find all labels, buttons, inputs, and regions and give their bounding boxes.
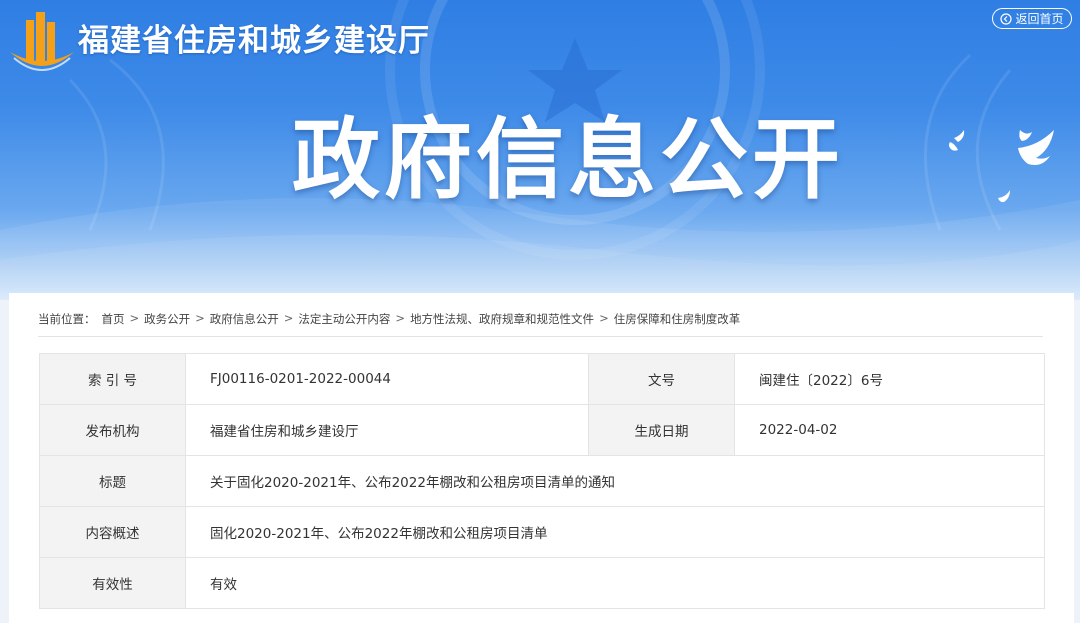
table-row: 发布机构 福建省住房和城乡建设厅 生成日期 2022-04-02 xyxy=(39,404,1045,456)
doc-no-label: 文号 xyxy=(588,353,735,405)
validity-label: 有效性 xyxy=(39,557,186,609)
index-label: 索 引 号 xyxy=(39,353,186,405)
breadcrumb: 当前位置： 首页 > 政务公开 > 政府信息公开 > 法定主动公开内容 > 地方… xyxy=(38,311,1043,337)
table-row: 内容概述 固化2020-2021年、公布2022年棚改和公租房项目清单 xyxy=(39,506,1045,558)
building-logo-icon xyxy=(10,12,74,71)
breadcrumb-item-gov-affairs[interactable]: 政务公开 xyxy=(144,311,190,327)
index-value: FJ00116-0201-2022-00044 xyxy=(185,353,589,405)
breadcrumb-separator: > xyxy=(283,311,294,325)
home-button-label: 返回首页 xyxy=(1015,12,1064,26)
table-row: 索 引 号 FJ00116-0201-2022-00044 文号 闽建住〔202… xyxy=(39,353,1045,405)
breadcrumb-separator: > xyxy=(195,311,205,325)
summary-label: 内容概述 xyxy=(39,506,186,558)
content-panel: 当前位置： 首页 > 政务公开 > 政府信息公开 > 法定主动公开内容 > 地方… xyxy=(9,293,1074,623)
home-icon xyxy=(1000,12,1013,25)
title-value: 关于固化2020-2021年、公布2022年棚改和公租房项目清单的通知 xyxy=(185,455,1045,507)
breadcrumb-item-housing-reform[interactable]: 住房保障和住房制度改革 xyxy=(614,311,741,327)
publisher-value: 福建省住房和城乡建设厅 xyxy=(185,404,589,456)
breadcrumb-item-home[interactable]: 首页 xyxy=(102,311,125,327)
summary-value: 固化2020-2021年、公布2022年棚改和公租房项目清单 xyxy=(185,506,1045,558)
breadcrumb-item-info-disclosure[interactable]: 政府信息公开 xyxy=(210,311,279,327)
breadcrumb-item-regulations[interactable]: 地方性法规、政府规章和规范性文件 xyxy=(410,311,594,327)
doc-no-value: 闽建住〔2022〕6号 xyxy=(734,353,1045,405)
info-table: 索 引 号 FJ00116-0201-2022-00044 文号 闽建住〔202… xyxy=(39,353,1045,609)
table-row: 有效性 有效 xyxy=(39,557,1045,609)
breadcrumb-separator: > xyxy=(129,311,140,325)
breadcrumb-separator: > xyxy=(395,311,406,325)
header-banner: 福建省住房和城乡建设厅 返回首页 政府信息公开 xyxy=(0,0,1080,300)
dove-icon xyxy=(949,130,1054,203)
breadcrumb-item-statutory[interactable]: 法定主动公开内容 xyxy=(298,311,390,327)
site-name: 福建省住房和城乡建设厅 xyxy=(78,23,430,59)
banner-title: 政府信息公开 xyxy=(292,108,845,211)
publisher-label: 发布机构 xyxy=(39,404,186,456)
date-label: 生成日期 xyxy=(588,404,735,456)
title-label: 标题 xyxy=(39,455,186,507)
validity-value: 有效 xyxy=(185,557,1045,609)
date-value: 2022-04-02 xyxy=(734,404,1045,456)
breadcrumb-separator: > xyxy=(599,311,609,325)
home-button[interactable]: 返回首页 xyxy=(992,8,1072,29)
breadcrumb-prefix: 当前位置： xyxy=(38,312,96,326)
table-row: 标题 关于固化2020-2021年、公布2022年棚改和公租房项目清单的通知 xyxy=(39,455,1045,507)
